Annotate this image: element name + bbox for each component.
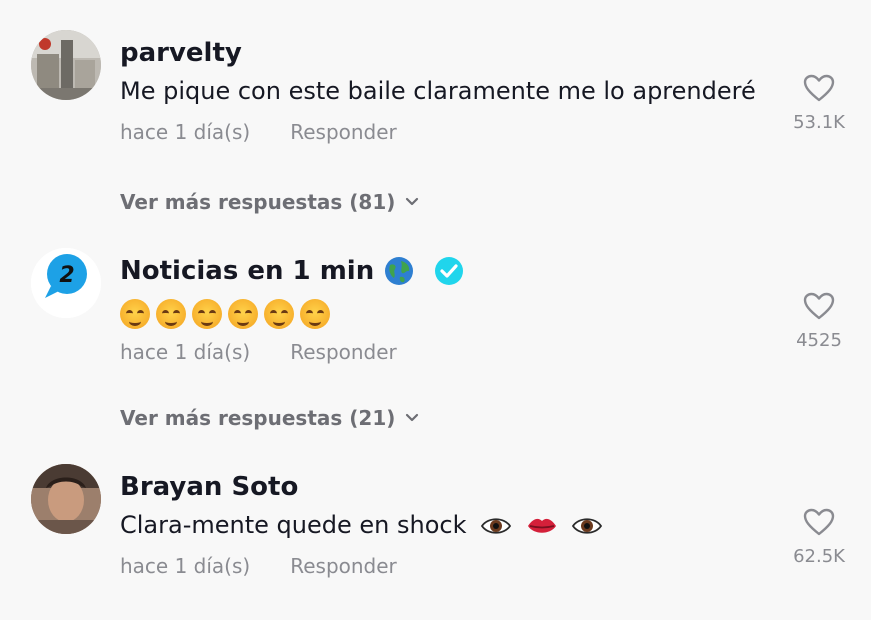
smiling-face-with-hearts-icon [300, 299, 330, 329]
verified-badge-icon [435, 257, 464, 285]
globe-icon [385, 257, 414, 285]
like-count: 62.5K [793, 546, 845, 567]
reply-button[interactable]: Responder [290, 340, 397, 364]
comment-body: Brayan Soto Clara-mente quede en shock h… [120, 470, 771, 578]
comment-text-content: Clara-mente quede en shock [120, 511, 467, 539]
comment-body: parvelty Me pique con este baile clarame… [120, 36, 771, 144]
comment-time: hace 1 día(s) [120, 120, 251, 144]
chevron-down-icon[interactable] [405, 197, 419, 207]
comment-body: Noticias en 1 min hace 1 día(s) Responde… [120, 254, 771, 364]
heart-icon[interactable] [803, 292, 835, 320]
view-more-replies[interactable]: Ver más respuestas (81) [120, 190, 419, 214]
smiling-face-with-hearts-icon [192, 299, 222, 329]
avatar-photo [31, 464, 101, 534]
comment-meta: hace 1 día(s) Responder [120, 340, 771, 364]
avatar-photo [31, 30, 101, 100]
comment-username[interactable]: parvelty [120, 36, 771, 70]
smiling-face-with-hearts-icon [120, 299, 150, 329]
comment-username[interactable]: Brayan Soto [120, 470, 771, 504]
comment-meta: hace 1 día(s) Responder [120, 120, 771, 144]
eye-icon [572, 518, 603, 534]
like-button[interactable]: 4525 [795, 292, 843, 351]
comment-time: hace 1 día(s) [120, 340, 251, 364]
heart-icon[interactable] [803, 508, 835, 536]
avatar[interactable]: 2 [31, 248, 101, 318]
username-text[interactable]: Noticias en 1 min [120, 254, 374, 288]
like-count: 53.1K [793, 112, 845, 133]
smiling-face-with-hearts-icon [264, 299, 294, 329]
reply-button[interactable]: Responder [290, 554, 397, 578]
smiling-face-with-hearts-icon [228, 299, 258, 329]
view-more-replies-label[interactable]: Ver más respuestas (21) [120, 406, 395, 430]
svg-text:2: 2 [59, 263, 74, 288]
username-text[interactable]: parvelty [120, 36, 242, 70]
view-more-replies[interactable]: Ver más respuestas (21) [120, 406, 419, 430]
eye-icon [481, 518, 512, 534]
comment-text: Clara-mente quede en shock [120, 508, 771, 542]
like-button[interactable]: 62.5K [793, 508, 845, 567]
reply-button[interactable]: Responder [290, 120, 397, 144]
like-count: 4525 [796, 330, 842, 351]
like-button[interactable]: 53.1K [793, 74, 845, 133]
comment-username[interactable]: Noticias en 1 min [120, 254, 771, 288]
chevron-down-icon[interactable] [405, 413, 419, 423]
comment-text: Me pique con este baile claramente me lo… [120, 77, 756, 105]
comment-meta: hace 1 día(s) Responder [120, 554, 771, 578]
heart-icon[interactable] [803, 74, 835, 102]
lips-icon [527, 518, 556, 533]
comment-text [120, 296, 771, 330]
avatar[interactable] [31, 30, 101, 100]
comment-time: hace 1 día(s) [120, 554, 251, 578]
username-text[interactable]: Brayan Soto [120, 470, 298, 504]
avatar[interactable] [31, 464, 101, 534]
smiling-face-with-hearts-icon [156, 299, 186, 329]
view-more-replies-label[interactable]: Ver más respuestas (81) [120, 190, 395, 214]
speech-bubble-icon: 2 [31, 248, 101, 318]
